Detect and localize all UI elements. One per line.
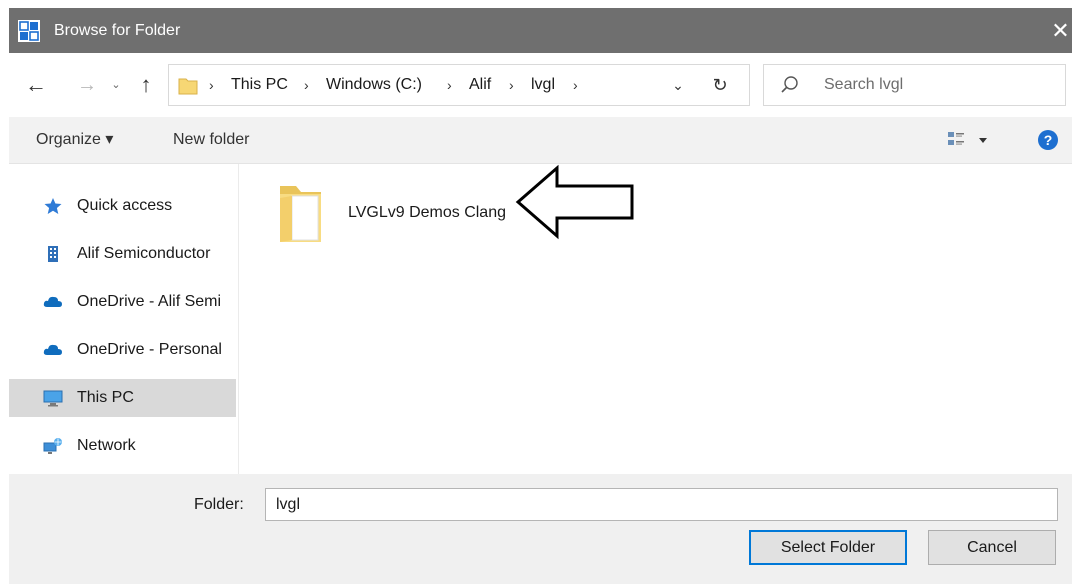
- up-button[interactable]: ↑: [134, 71, 158, 99]
- back-button[interactable]: ←: [23, 71, 49, 99]
- forward-button[interactable]: →: [75, 71, 99, 99]
- new-folder-button[interactable]: New folder: [173, 129, 249, 151]
- breadcrumb-alif[interactable]: Alif: [469, 75, 491, 95]
- refresh-button[interactable]: ↻: [709, 73, 731, 97]
- breadcrumb-separator: ›: [304, 77, 309, 93]
- sidebar-item-this-pc[interactable]: This PC: [9, 379, 236, 417]
- app-icon: [18, 20, 40, 42]
- sidebar-item-label: OneDrive - Personal: [77, 341, 222, 358]
- sidebar-item-label: OneDrive - Alif Semi: [77, 293, 222, 310]
- search-icon: [781, 76, 798, 93]
- navigation-bar: ← → ⌄ ↑ › This PC › Windows (C:) › Alif …: [9, 53, 1072, 117]
- breadcrumb-separator: ›: [447, 77, 452, 93]
- search-box[interactable]: Search lvgl: [763, 64, 1066, 106]
- dialog-footer: Folder: Select Folder Cancel: [9, 474, 1072, 584]
- address-bar[interactable]: › This PC › Windows (C:) › Alif › lvgl ›…: [168, 64, 750, 106]
- folder-item[interactable]: LVGLv9 Demos Clang: [270, 178, 540, 250]
- sidebar-item-onedrive-alif[interactable]: OneDrive - Alif Semi: [9, 283, 236, 321]
- folder-name: LVGLv9 Demos Clang: [348, 204, 506, 221]
- title-bar: Browse for Folder ✕: [9, 8, 1072, 53]
- breadcrumb-separator: ›: [509, 77, 514, 93]
- sidebar-item-label: Network: [77, 437, 136, 454]
- breadcrumb-windows-c[interactable]: Windows (C:): [326, 75, 422, 95]
- command-bar: Organize ▾ New folder ?: [9, 117, 1072, 164]
- cloud-icon: [43, 296, 62, 307]
- folder-icon: [178, 78, 198, 95]
- computer-icon: [43, 390, 63, 407]
- svg-text:?: ?: [1044, 132, 1053, 148]
- cancel-button[interactable]: Cancel: [928, 530, 1056, 565]
- close-button[interactable]: ✕: [1049, 8, 1072, 53]
- folder-name-field[interactable]: [265, 488, 1058, 521]
- help-icon[interactable]: ?: [1037, 129, 1059, 151]
- breadcrumb-separator: ›: [573, 77, 578, 93]
- sidebar-item-onedrive-personal[interactable]: OneDrive - Personal: [9, 331, 236, 369]
- sidebar-item-label: Quick access: [77, 197, 173, 214]
- network-icon: [43, 438, 62, 454]
- recent-locations-button[interactable]: ⌄: [109, 71, 123, 99]
- address-dropdown-button[interactable]: ⌄: [669, 75, 687, 95]
- sidebar-item-network[interactable]: Network: [9, 427, 236, 465]
- select-folder-button[interactable]: Select Folder: [749, 530, 907, 565]
- folder-icon: [280, 186, 321, 242]
- pointer-arrow-annotation: [515, 164, 634, 240]
- breadcrumb-lvgl[interactable]: lvgl: [531, 75, 555, 95]
- view-options-icon[interactable]: [945, 129, 993, 151]
- cloud-icon: [43, 344, 62, 355]
- search-placeholder[interactable]: Search lvgl: [824, 75, 903, 95]
- sidebar-item-label: Alif Semiconductor: [77, 245, 211, 262]
- sidebar-item-alif-semiconductor[interactable]: Alif Semiconductor: [9, 235, 236, 273]
- navigation-pane: Quick access Alif Semiconductor OneDrive…: [9, 164, 239, 474]
- organize-button[interactable]: Organize ▾: [36, 129, 113, 151]
- window-title: Browse for Folder: [54, 22, 181, 39]
- breadcrumb-this-pc[interactable]: This PC: [231, 75, 288, 95]
- breadcrumb-separator: ›: [209, 77, 214, 93]
- folder-view: LVGLv9 Demos Clang: [240, 164, 1072, 474]
- sidebar-item-label: This PC: [77, 389, 134, 406]
- building-icon: [48, 246, 58, 262]
- sidebar-item-quick-access[interactable]: Quick access: [9, 187, 236, 225]
- folder-field-label: Folder:: [194, 496, 244, 513]
- star-icon: [44, 198, 62, 214]
